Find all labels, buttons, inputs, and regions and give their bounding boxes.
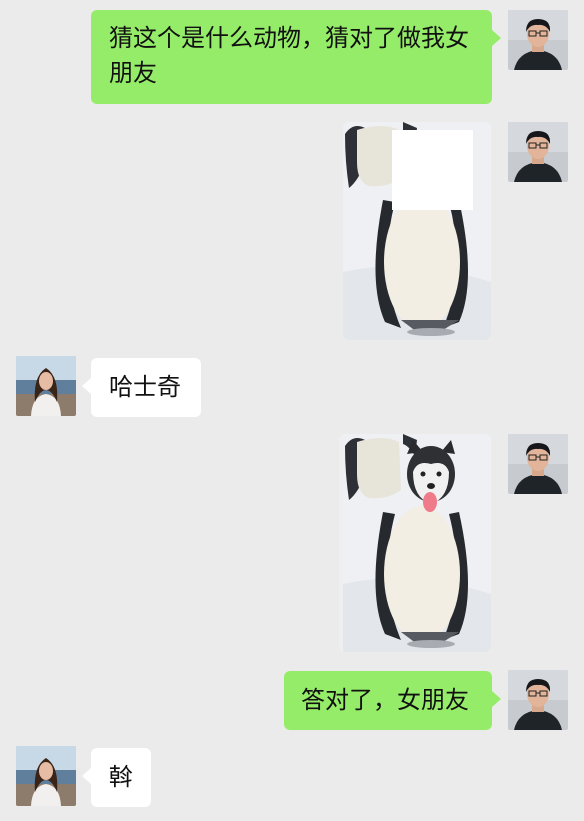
message-text: 猜这个是什么动物，猜对了做我女朋友: [109, 24, 469, 87]
my-avatar[interactable]: [508, 10, 568, 70]
message-text: 斡: [109, 763, 133, 791]
message-bubble-outgoing[interactable]: 猜这个是什么动物，猜对了做我女朋友: [91, 10, 501, 104]
message-bubble-incoming[interactable]: 斡: [82, 748, 151, 807]
message-bubble-incoming[interactable]: 哈士奇: [82, 358, 201, 417]
contact-avatar[interactable]: [16, 746, 76, 806]
message-bubble-outgoing[interactable]: 答对了，女朋友: [284, 671, 501, 730]
penguin-image-covered[interactable]: [343, 122, 491, 340]
penguin-husky-image[interactable]: [339, 434, 491, 652]
my-avatar[interactable]: [508, 670, 568, 730]
message-text: 哈士奇: [109, 373, 181, 401]
contact-avatar[interactable]: [16, 356, 76, 416]
my-avatar[interactable]: [508, 434, 568, 494]
my-avatar[interactable]: [508, 122, 568, 182]
message-text: 答对了，女朋友: [301, 686, 469, 714]
